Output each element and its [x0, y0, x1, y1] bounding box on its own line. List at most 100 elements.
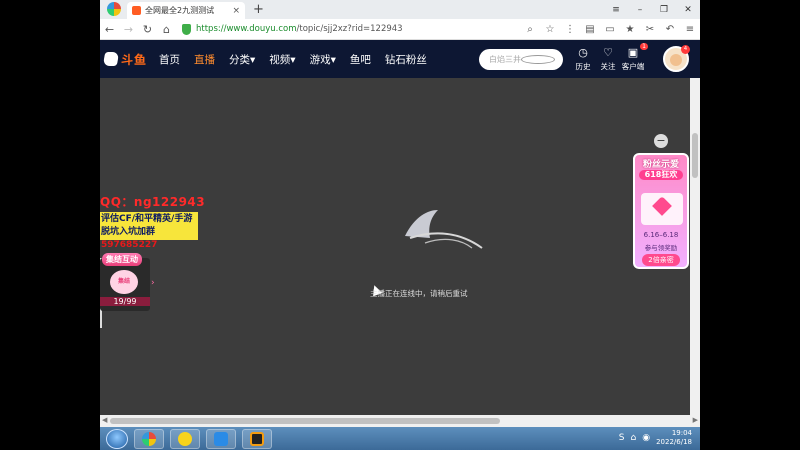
promo-subtitle: 618狂欢	[639, 170, 683, 180]
follow-label: 关注	[600, 62, 616, 71]
url-path: /topic/sjj2xz?rid=122943	[296, 24, 403, 34]
tray-app-icon[interactable]: ◉	[642, 433, 650, 443]
logo-text: 斗鱼	[121, 52, 148, 67]
url-host: https://www.douyu.com	[196, 24, 297, 34]
zoom-icon[interactable]: ⌕	[520, 24, 540, 35]
history-button[interactable]: ◷ 历史	[572, 46, 594, 72]
close-window-button[interactable]: ✕	[676, 5, 700, 15]
taskbar: S ⌂ ◉ 19:04 2022/6/18	[100, 427, 700, 450]
undo-icon[interactable]: ↶	[660, 24, 680, 35]
ad-group-number: 597685227	[101, 240, 158, 250]
ad-qq-number: QQ：ng122943	[100, 195, 206, 209]
promo-date: 6.16–6.18	[643, 231, 679, 239]
follow-button[interactable]: ♡ 关注	[597, 46, 619, 72]
promo-collapse-button[interactable]: −	[654, 134, 668, 148]
forward-button[interactable]: →	[119, 23, 138, 36]
security-shield-icon[interactable]	[182, 23, 191, 35]
site-header: 斗鱼 首页 直播 分类▾ 视频▾ 游戏▾ 鱼吧 钻石粉丝 白焰三井 ◷ 历史 ♡ 关注 ▣ …	[100, 40, 700, 78]
reader-icon[interactable]: ▤	[580, 24, 600, 35]
browser-window: 全网最全2九测测试 × + ≡ – ❐ ✕ ← → ↻ ⌂ https://ww…	[100, 0, 700, 450]
chevron-right-icon[interactable]: ›	[151, 278, 155, 288]
back-button[interactable]: ←	[100, 23, 119, 36]
player-area[interactable]: 主播正在连线中，请稍后重试 QQ：ng122943 评估CF/和平精英/手游 脱…	[100, 78, 690, 415]
reload-button[interactable]: ↻	[138, 23, 157, 36]
scroll-thumb-h[interactable]	[110, 418, 500, 424]
cut-icon[interactable]: ✂	[640, 24, 660, 35]
nav-item[interactable]: 钻石粉丝	[385, 52, 427, 67]
search-icon[interactable]	[521, 55, 555, 64]
vertical-scrollbar[interactable]	[690, 78, 700, 415]
scroll-right-icon[interactable]: ▶	[693, 416, 698, 424]
ad-line-2: 脱坑入坑加群 597685227	[101, 226, 198, 252]
address-bar: ← → ↻ ⌂ https://www.douyu.com/topic/sjj2…	[100, 19, 700, 40]
history-label: 历史	[575, 62, 591, 71]
client-badge: 1	[640, 43, 648, 50]
taskbar-browser[interactable]	[134, 428, 164, 449]
minimize-button[interactable]: –	[628, 5, 652, 15]
bookmark-star-icon[interactable]: ☆	[540, 24, 560, 35]
start-button[interactable]	[106, 428, 128, 449]
browser-app-icon	[142, 431, 156, 446]
clock-icon: ◷	[578, 46, 588, 59]
ad-banner[interactable]: 评估CF/和平精英/手游 脱坑入坑加群 597685227	[100, 212, 198, 250]
tab-active[interactable]: 全网最全2九测测试 ×	[127, 2, 245, 19]
tab-strip: 全网最全2九测测试 × + ≡ – ❐ ✕	[100, 0, 700, 19]
clock[interactable]: 19:04 2022/6/18	[656, 429, 692, 447]
system-tray: S ⌂ ◉ 19:04 2022/6/18	[619, 429, 692, 447]
taskbar-music[interactable]	[170, 428, 200, 449]
shield-app-icon	[214, 431, 228, 446]
nav-item[interactable]: 鱼吧	[350, 52, 371, 67]
douyu-fish-icon	[102, 52, 120, 66]
new-tab-button[interactable]: +	[253, 3, 264, 17]
nav-item[interactable]: 首页	[159, 52, 180, 67]
main-nav: 首页 直播 分类▾ 视频▾ 游戏▾ 鱼吧 钻石粉丝	[159, 52, 441, 67]
grid-icon[interactable]: ⋮	[560, 24, 580, 35]
search-box[interactable]: 白焰三井	[479, 49, 563, 70]
taskbar-game[interactable]	[242, 428, 272, 449]
client-label: 客户端	[621, 62, 645, 71]
favorites-icon[interactable]: ★	[620, 24, 640, 35]
ime-icon[interactable]: S	[619, 433, 625, 443]
nav-item[interactable]: 视频▾	[269, 52, 295, 67]
menu-icon[interactable]: ≡	[604, 5, 628, 15]
client-button[interactable]: ▣ 1 客户端	[621, 43, 648, 72]
promo-image	[641, 193, 683, 225]
music-app-icon	[178, 431, 192, 446]
home-button[interactable]: ⌂	[157, 23, 176, 36]
network-icon[interactable]: ⌂	[631, 433, 637, 443]
search-input[interactable]: 白焰三井	[489, 54, 521, 65]
avatar-badge: 4	[681, 45, 690, 54]
window-controls: ≡ – ❐ ✕	[604, 0, 700, 19]
url-field[interactable]: https://www.douyu.com/topic/sjj2xz?rid=1…	[196, 24, 520, 34]
tab-close-icon[interactable]: ×	[232, 6, 240, 16]
clock-time: 19:04	[671, 429, 692, 437]
letterbox-right	[700, 0, 800, 450]
douyu-logo[interactable]: 斗鱼	[102, 51, 148, 68]
tab-title: 全网最全2九测测试	[145, 6, 215, 15]
nav-item[interactable]: 直播	[194, 52, 215, 67]
screenshot-icon[interactable]: ▭	[600, 24, 620, 35]
promo-title: 粉丝示爱	[642, 160, 679, 170]
nav-item[interactable]: 游戏▾	[310, 52, 336, 67]
ad-line-1: 评估CF/和平精英/手游	[101, 214, 193, 224]
heart-icon	[652, 196, 672, 216]
nav-item[interactable]: 分类▾	[229, 52, 255, 67]
collect-count: 19/99	[100, 297, 150, 306]
main-menu-icon[interactable]: ≡	[680, 24, 700, 35]
promo-card[interactable]: 粉丝示爱 618狂欢 6.16–6.18 参与领奖励 2倍亲密	[633, 153, 689, 269]
scroll-left-icon[interactable]: ◀	[102, 416, 107, 424]
collect-title: 集结互动	[102, 253, 142, 266]
douyu-favicon-icon	[132, 6, 141, 15]
scroll-thumb[interactable]	[692, 133, 698, 178]
client-icon: ▣	[627, 46, 639, 59]
restore-button[interactable]: ❐	[652, 5, 676, 15]
heart-icon: ♡	[603, 46, 613, 59]
collect-interaction-widget[interactable]: 集结互动 集结 19/99	[100, 253, 150, 311]
taskbar-security[interactable]	[206, 428, 236, 449]
collect-gift-icon: 集结	[110, 270, 138, 294]
browser-logo-icon[interactable]	[107, 2, 121, 16]
clock-date: 2022/6/18	[656, 438, 692, 446]
game-app-icon	[250, 431, 264, 446]
promo-button[interactable]: 2倍亲密	[642, 254, 680, 266]
horizontal-scrollbar[interactable]: ◀ ▶	[100, 415, 700, 427]
